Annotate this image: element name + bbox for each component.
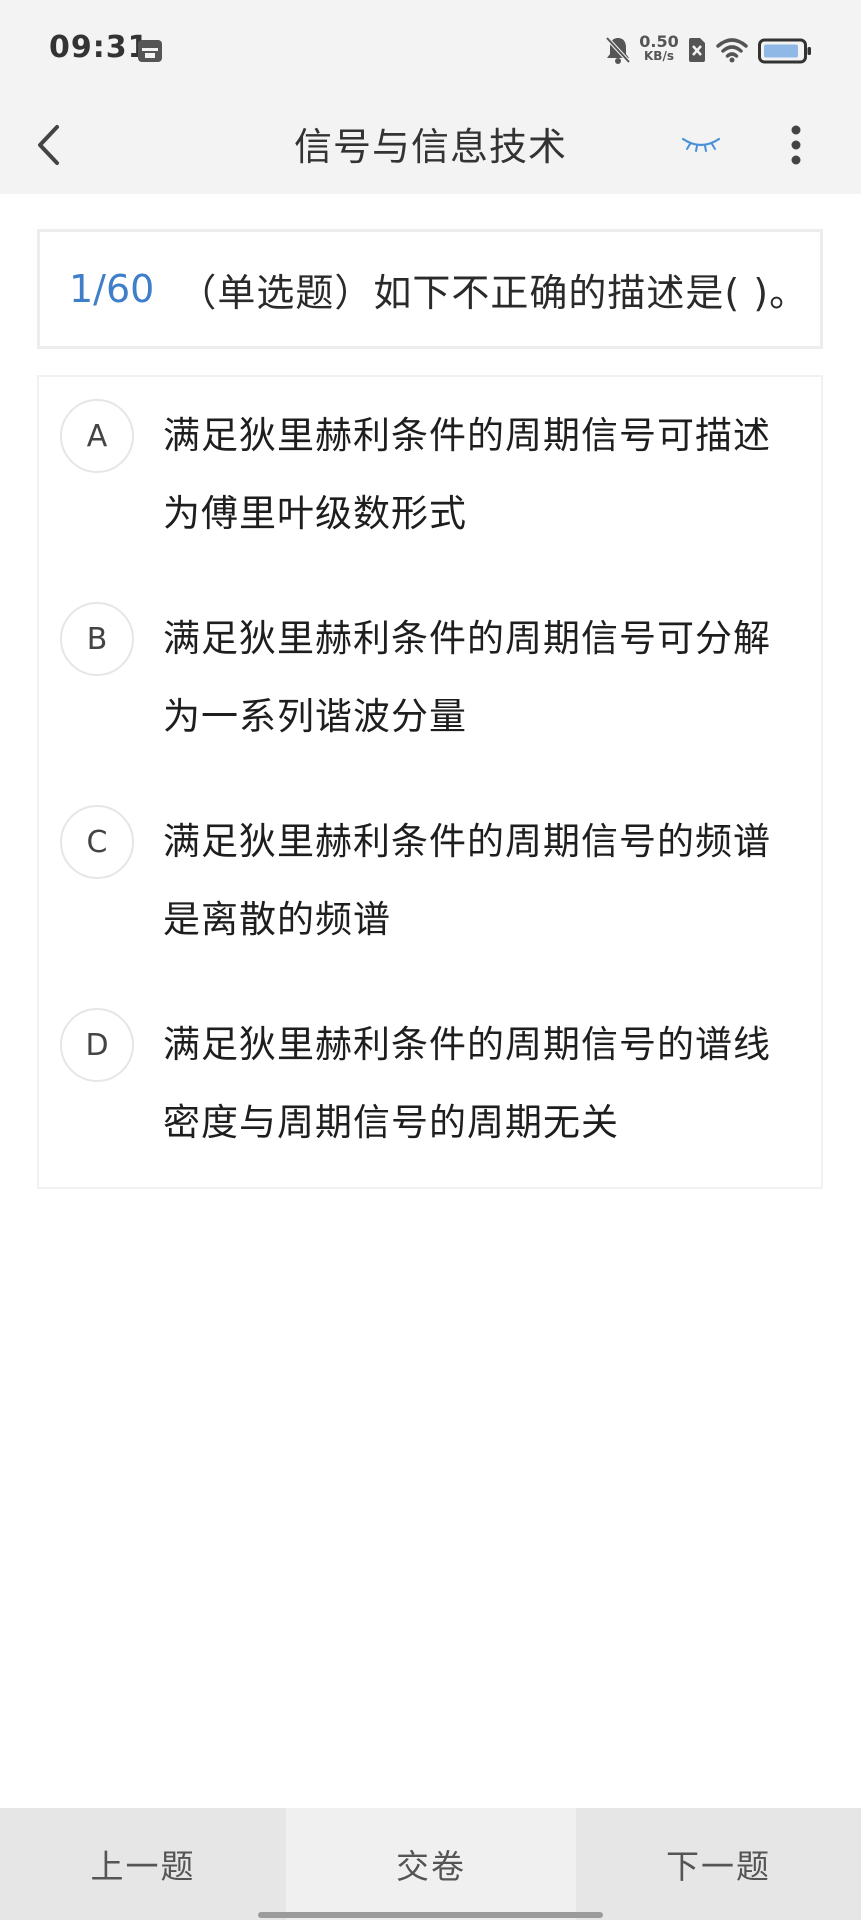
eye-toggle-button[interactable] xyxy=(672,124,730,164)
bottom-bar: 上一题 交卷 下一题 xyxy=(0,1808,861,1920)
option-letter-badge: A xyxy=(60,399,134,473)
option-letter-badge: B xyxy=(60,602,134,676)
option-text: 满足狄里赫利条件的周期信号的谱线密度与周期信号的周期无关 xyxy=(163,1023,771,1144)
question-text: （单选题）如下不正确的描述是( )。 xyxy=(178,270,809,315)
option-text: 满足狄里赫利条件的周期信号可描述为傅里叶级数形式 xyxy=(163,414,771,535)
mute-bell-icon xyxy=(605,36,631,64)
options-card: A 满足狄里赫利条件的周期信号可描述为傅里叶级数形式 B 满足狄里赫利条件的周期… xyxy=(37,375,823,1189)
sim-off-icon xyxy=(689,38,705,62)
app-header: 信号与信息技术 xyxy=(0,96,861,194)
calendar-icon xyxy=(138,40,162,62)
net-speed: 0.50 KB/s xyxy=(636,34,682,64)
option-letter-badge: D xyxy=(60,1008,134,1082)
eye-closed-icon xyxy=(681,137,721,152)
option-text: 满足狄里赫利条件的周期信号可分解为一系列谐波分量 xyxy=(163,617,771,738)
page-title: 信号与信息技术 xyxy=(293,125,567,169)
wifi-icon xyxy=(716,38,748,63)
status-bar: 09:31 0.50 KB/s xyxy=(0,0,861,96)
question-card: 1/60 （单选题）如下不正确的描述是( )。 xyxy=(37,229,823,349)
question-index: 1/60 xyxy=(69,267,155,311)
more-options-button[interactable] xyxy=(776,114,816,176)
status-time: 09:31 xyxy=(49,30,150,65)
battery-icon xyxy=(758,38,811,64)
previous-question-button[interactable]: 上一题 xyxy=(0,1808,286,1920)
home-indicator[interactable] xyxy=(258,1912,603,1918)
more-vertical-icon xyxy=(791,125,801,165)
submit-exam-button[interactable]: 交卷 xyxy=(286,1808,576,1920)
option-text: 满足狄里赫利条件的周期信号的频谱是离散的频谱 xyxy=(163,820,771,941)
next-question-button[interactable]: 下一题 xyxy=(576,1808,861,1920)
option-letter-badge: C xyxy=(60,805,134,879)
net-speed-value: 0.50 xyxy=(639,32,679,51)
net-speed-unit: KB/s xyxy=(644,49,674,63)
